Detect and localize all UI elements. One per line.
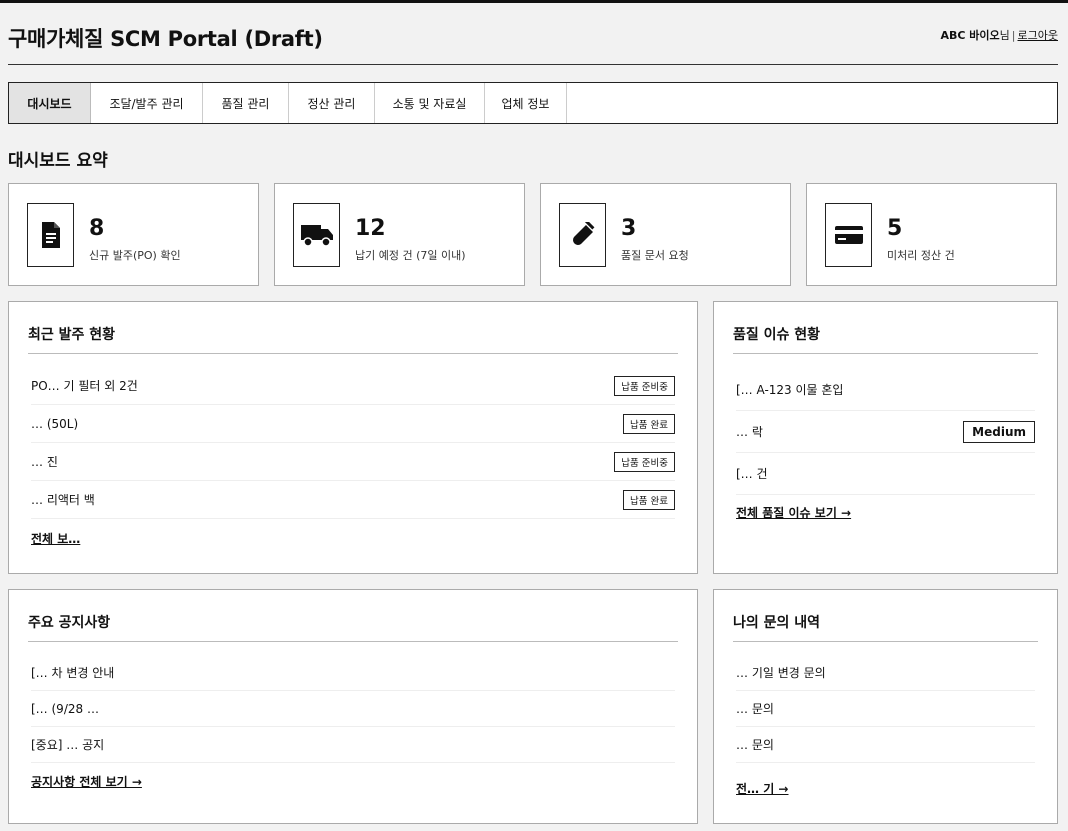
my-inquiries-panel: 나의 문의 내역 … 기일 변경 문의 … 문의 … 문의 전… 기 → [713,589,1058,824]
list-item[interactable]: [… A-123 이물 혼입 [736,369,1035,411]
notice-text: [… 차 변경 안내 [31,666,115,680]
view-all-issues-link[interactable]: 전체 품질 이슈 보기 → [736,504,851,521]
document-icon [27,203,74,267]
issue-text: [… 건 [736,467,768,481]
table-row[interactable]: PO… 기 필터 외 2건 납품 준비중 [31,367,675,405]
user-name: ABC 바이오 [940,29,1000,42]
order-text: … (50L) [31,416,79,431]
inquiry-text: … 문의 [736,738,774,752]
quality-issues-panel: 품질 이슈 현황 [… A-123 이물 혼입 … 락 Medium [… 건 … [713,301,1058,574]
stat-card-settlement[interactable]: 5 미처리 정산 건 [806,183,1057,286]
list-item[interactable]: [… (9/28 … [31,691,675,727]
panel-title: 나의 문의 내역 [733,612,1038,642]
list-item[interactable]: [중요] … 공지 [31,727,675,763]
user-separator: | [1011,29,1016,42]
status-badge: 납품 완료 [623,413,675,434]
main-nav: 대시보드 조달/발주 관리 품질 관리 정산 관리 소통 및 자료실 업체 정보 [8,82,1058,124]
stat-value: 3 [621,216,637,241]
list-item[interactable]: [… 차 변경 안내 [31,655,675,691]
tab-dashboard[interactable]: 대시보드 [9,83,91,123]
stat-label: 미처리 정산 건 [887,249,955,262]
list-item[interactable]: [… 건 [736,453,1035,495]
app-header: 구매가체질 SCM Portal (Draft) ABC 바이오님 | 로그아웃 [8,3,1058,65]
credit-card-icon [825,203,872,267]
panel-title: 품질 이슈 현황 [733,324,1038,354]
app-title: 구매가체질 SCM Portal (Draft) [8,27,323,51]
order-text: … 리액터 백 [31,493,95,507]
inquiry-text: … 문의 [736,702,774,716]
panel-title: 주요 공지사항 [28,612,678,642]
user-area: ABC 바이오님 | 로그아웃 [941,27,1059,43]
severity-badge: Medium [963,420,1035,443]
status-badge: 납품 완료 [623,489,675,510]
order-text: … 진 [31,455,58,469]
logout-link[interactable]: 로그아웃 [1018,29,1058,42]
stat-label: 신규 발주(PO) 확인 [89,249,181,262]
recent-orders-panel: 최근 발주 현황 PO… 기 필터 외 2건 납품 준비중 … (50L) 납품… [8,301,698,574]
stat-card-new-po[interactable]: 8 신규 발주(PO) 확인 [8,183,259,286]
status-badge: 납품 준비중 [614,375,675,396]
view-all-inquiries-link[interactable]: 전… 기 → [736,780,789,797]
stat-value: 12 [355,216,386,241]
stat-value: 8 [89,216,105,241]
stat-label: 납기 예정 건 (7일 이내) [355,249,466,262]
stat-label: 품질 문서 요청 [621,249,689,262]
issue-text: … 락 [736,425,763,439]
list-item[interactable]: … 락 Medium [736,411,1035,453]
tab-procurement[interactable]: 조달/발주 관리 [91,83,203,123]
tab-quality[interactable]: 품질 관리 [203,83,289,123]
order-text: PO… 기 필터 외 2건 [31,379,138,393]
status-badge: 납품 준비중 [614,451,675,472]
stat-card-quality-docs[interactable]: 3 품질 문서 요청 [540,183,791,286]
truck-icon [293,203,340,267]
tab-communication[interactable]: 소통 및 자료실 [375,83,485,123]
test-tube-icon [559,203,606,267]
stat-value: 5 [887,216,903,241]
table-row[interactable]: … (50L) 납품 완료 [31,405,675,443]
list-item[interactable]: … 문의 [736,727,1035,763]
table-row[interactable]: … 진 납품 준비중 [31,443,675,481]
notices-panel: 주요 공지사항 [… 차 변경 안내 [… (9/28 … [중요] … 공지 … [8,589,698,824]
list-item[interactable]: … 기일 변경 문의 [736,655,1035,691]
tab-settlement[interactable]: 정산 관리 [289,83,375,123]
notice-text: [중요] … 공지 [31,738,105,752]
view-all-notices-link[interactable]: 공지사항 전체 보기 → [31,773,142,790]
user-suffix: 님 [999,29,1010,42]
list-item[interactable]: … 문의 [736,691,1035,727]
panel-title: 최근 발주 현황 [28,324,678,354]
table-row[interactable]: … 리액터 백 납품 완료 [31,481,675,519]
dashboard-title: 대시보드 요약 [8,151,108,171]
stat-card-delivery[interactable]: 12 납기 예정 건 (7일 이내) [274,183,525,286]
tab-company-info[interactable]: 업체 정보 [485,83,567,123]
view-all-orders-link[interactable]: 전체 보… [31,530,80,547]
issue-text: [… A-123 이물 혼입 [736,383,844,397]
inquiry-text: … 기일 변경 문의 [736,666,826,680]
notice-text: [… (9/28 … [31,701,99,716]
